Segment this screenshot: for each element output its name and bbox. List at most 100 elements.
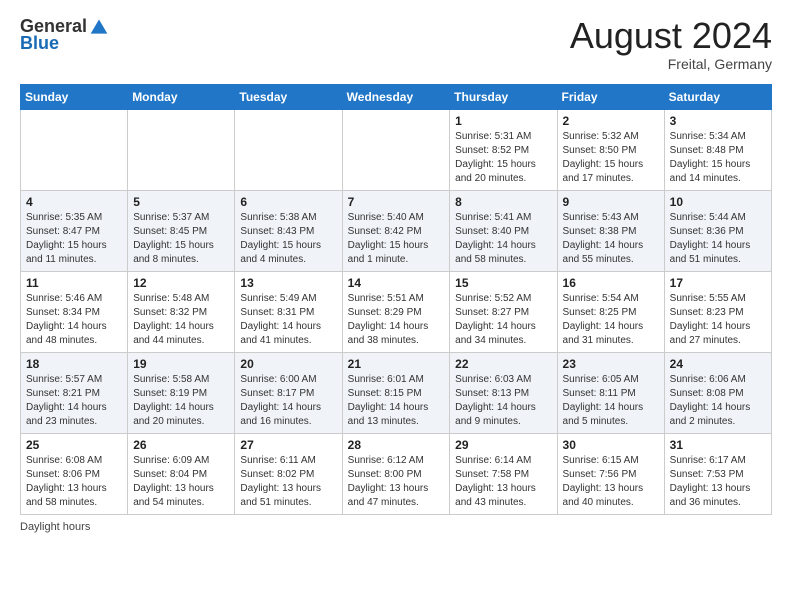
day-number: 29: [455, 438, 551, 452]
day-info: Sunrise: 5:51 AMSunset: 8:29 PMDaylight:…: [348, 293, 429, 346]
table-row: 14 Sunrise: 5:51 AMSunset: 8:29 PMDaylig…: [342, 271, 450, 352]
day-info: Sunrise: 6:08 AMSunset: 8:06 PMDaylight:…: [26, 455, 107, 508]
table-row: 6 Sunrise: 5:38 AMSunset: 8:43 PMDayligh…: [235, 190, 342, 271]
table-row: 9 Sunrise: 5:43 AMSunset: 8:38 PMDayligh…: [557, 190, 664, 271]
table-row: 26 Sunrise: 6:09 AMSunset: 8:04 PMDaylig…: [128, 433, 235, 514]
day-number: 25: [26, 438, 122, 452]
day-info: Sunrise: 6:01 AMSunset: 8:15 PMDaylight:…: [348, 374, 429, 427]
day-number: 4: [26, 195, 122, 209]
table-row: 8 Sunrise: 5:41 AMSunset: 8:40 PMDayligh…: [450, 190, 557, 271]
table-row: 19 Sunrise: 5:58 AMSunset: 8:19 PMDaylig…: [128, 352, 235, 433]
day-number: 11: [26, 276, 122, 290]
table-row: 20 Sunrise: 6:00 AMSunset: 8:17 PMDaylig…: [235, 352, 342, 433]
day-info: Sunrise: 5:58 AMSunset: 8:19 PMDaylight:…: [133, 374, 214, 427]
table-row: 16 Sunrise: 5:54 AMSunset: 8:25 PMDaylig…: [557, 271, 664, 352]
day-number: 27: [240, 438, 336, 452]
col-wednesday: Wednesday: [342, 84, 450, 109]
table-row: 31 Sunrise: 6:17 AMSunset: 7:53 PMDaylig…: [664, 433, 771, 514]
day-info: Sunrise: 5:55 AMSunset: 8:23 PMDaylight:…: [670, 293, 751, 346]
col-monday: Monday: [128, 84, 235, 109]
day-number: 5: [133, 195, 229, 209]
table-row: 5 Sunrise: 5:37 AMSunset: 8:45 PMDayligh…: [128, 190, 235, 271]
col-friday: Friday: [557, 84, 664, 109]
table-row: 4 Sunrise: 5:35 AMSunset: 8:47 PMDayligh…: [21, 190, 128, 271]
day-info: Sunrise: 6:05 AMSunset: 8:11 PMDaylight:…: [563, 374, 644, 427]
day-number: 30: [563, 438, 659, 452]
table-row: 23 Sunrise: 6:05 AMSunset: 8:11 PMDaylig…: [557, 352, 664, 433]
day-info: Sunrise: 5:38 AMSunset: 8:43 PMDaylight:…: [240, 212, 321, 265]
day-info: Sunrise: 6:14 AMSunset: 7:58 PMDaylight:…: [455, 455, 536, 508]
day-info: Sunrise: 6:17 AMSunset: 7:53 PMDaylight:…: [670, 455, 751, 508]
table-row: 29 Sunrise: 6:14 AMSunset: 7:58 PMDaylig…: [450, 433, 557, 514]
day-info: Sunrise: 5:40 AMSunset: 8:42 PMDaylight:…: [348, 212, 429, 265]
day-number: 8: [455, 195, 551, 209]
table-row: [235, 109, 342, 190]
table-row: [21, 109, 128, 190]
day-number: 10: [670, 195, 766, 209]
table-row: 24 Sunrise: 6:06 AMSunset: 8:08 PMDaylig…: [664, 352, 771, 433]
table-row: 17 Sunrise: 5:55 AMSunset: 8:23 PMDaylig…: [664, 271, 771, 352]
col-tuesday: Tuesday: [235, 84, 342, 109]
day-number: 16: [563, 276, 659, 290]
day-info: Sunrise: 5:35 AMSunset: 8:47 PMDaylight:…: [26, 212, 107, 265]
day-number: 24: [670, 357, 766, 371]
title-area: August 2024 Freital, Germany: [570, 16, 772, 72]
calendar-header-row: Sunday Monday Tuesday Wednesday Thursday…: [21, 84, 772, 109]
calendar-week-row: 11 Sunrise: 5:46 AMSunset: 8:34 PMDaylig…: [21, 271, 772, 352]
day-info: Sunrise: 5:41 AMSunset: 8:40 PMDaylight:…: [455, 212, 536, 265]
day-number: 22: [455, 357, 551, 371]
day-number: 6: [240, 195, 336, 209]
day-info: Sunrise: 5:48 AMSunset: 8:32 PMDaylight:…: [133, 293, 214, 346]
day-number: 23: [563, 357, 659, 371]
table-row: 28 Sunrise: 6:12 AMSunset: 8:00 PMDaylig…: [342, 433, 450, 514]
day-number: 13: [240, 276, 336, 290]
table-row: 18 Sunrise: 5:57 AMSunset: 8:21 PMDaylig…: [21, 352, 128, 433]
day-number: 21: [348, 357, 445, 371]
table-row: 3 Sunrise: 5:34 AMSunset: 8:48 PMDayligh…: [664, 109, 771, 190]
calendar-week-row: 4 Sunrise: 5:35 AMSunset: 8:47 PMDayligh…: [21, 190, 772, 271]
calendar-table: Sunday Monday Tuesday Wednesday Thursday…: [20, 84, 772, 515]
day-info: Sunrise: 6:12 AMSunset: 8:00 PMDaylight:…: [348, 455, 429, 508]
day-info: Sunrise: 6:00 AMSunset: 8:17 PMDaylight:…: [240, 374, 321, 427]
table-row: 27 Sunrise: 6:11 AMSunset: 8:02 PMDaylig…: [235, 433, 342, 514]
day-info: Sunrise: 5:57 AMSunset: 8:21 PMDaylight:…: [26, 374, 107, 427]
calendar-week-row: 18 Sunrise: 5:57 AMSunset: 8:21 PMDaylig…: [21, 352, 772, 433]
day-number: 14: [348, 276, 445, 290]
table-row: 7 Sunrise: 5:40 AMSunset: 8:42 PMDayligh…: [342, 190, 450, 271]
day-number: 18: [26, 357, 122, 371]
day-number: 31: [670, 438, 766, 452]
logo-icon: [89, 17, 109, 37]
day-number: 28: [348, 438, 445, 452]
col-sunday: Sunday: [21, 84, 128, 109]
table-row: 13 Sunrise: 5:49 AMSunset: 8:31 PMDaylig…: [235, 271, 342, 352]
day-info: Sunrise: 5:31 AMSunset: 8:52 PMDaylight:…: [455, 131, 536, 184]
location-subtitle: Freital, Germany: [570, 56, 772, 72]
day-number: 7: [348, 195, 445, 209]
logo: General Blue: [20, 16, 109, 54]
table-row: 1 Sunrise: 5:31 AMSunset: 8:52 PMDayligh…: [450, 109, 557, 190]
day-number: 26: [133, 438, 229, 452]
day-number: 3: [670, 114, 766, 128]
col-thursday: Thursday: [450, 84, 557, 109]
day-info: Sunrise: 6:09 AMSunset: 8:04 PMDaylight:…: [133, 455, 214, 508]
day-info: Sunrise: 5:34 AMSunset: 8:48 PMDaylight:…: [670, 131, 751, 184]
day-info: Sunrise: 5:43 AMSunset: 8:38 PMDaylight:…: [563, 212, 644, 265]
day-number: 20: [240, 357, 336, 371]
day-info: Sunrise: 6:06 AMSunset: 8:08 PMDaylight:…: [670, 374, 751, 427]
logo-blue-text: Blue: [20, 33, 59, 54]
day-info: Sunrise: 5:44 AMSunset: 8:36 PMDaylight:…: [670, 212, 751, 265]
day-number: 19: [133, 357, 229, 371]
day-number: 2: [563, 114, 659, 128]
day-info: Sunrise: 6:15 AMSunset: 7:56 PMDaylight:…: [563, 455, 644, 508]
day-info: Sunrise: 5:54 AMSunset: 8:25 PMDaylight:…: [563, 293, 644, 346]
footer-note: Daylight hours: [20, 521, 772, 533]
table-row: 21 Sunrise: 6:01 AMSunset: 8:15 PMDaylig…: [342, 352, 450, 433]
day-info: Sunrise: 5:52 AMSunset: 8:27 PMDaylight:…: [455, 293, 536, 346]
day-info: Sunrise: 5:49 AMSunset: 8:31 PMDaylight:…: [240, 293, 321, 346]
day-info: Sunrise: 5:37 AMSunset: 8:45 PMDaylight:…: [133, 212, 214, 265]
table-row: [128, 109, 235, 190]
col-saturday: Saturday: [664, 84, 771, 109]
day-number: 12: [133, 276, 229, 290]
table-row: 2 Sunrise: 5:32 AMSunset: 8:50 PMDayligh…: [557, 109, 664, 190]
day-info: Sunrise: 6:11 AMSunset: 8:02 PMDaylight:…: [240, 455, 321, 508]
